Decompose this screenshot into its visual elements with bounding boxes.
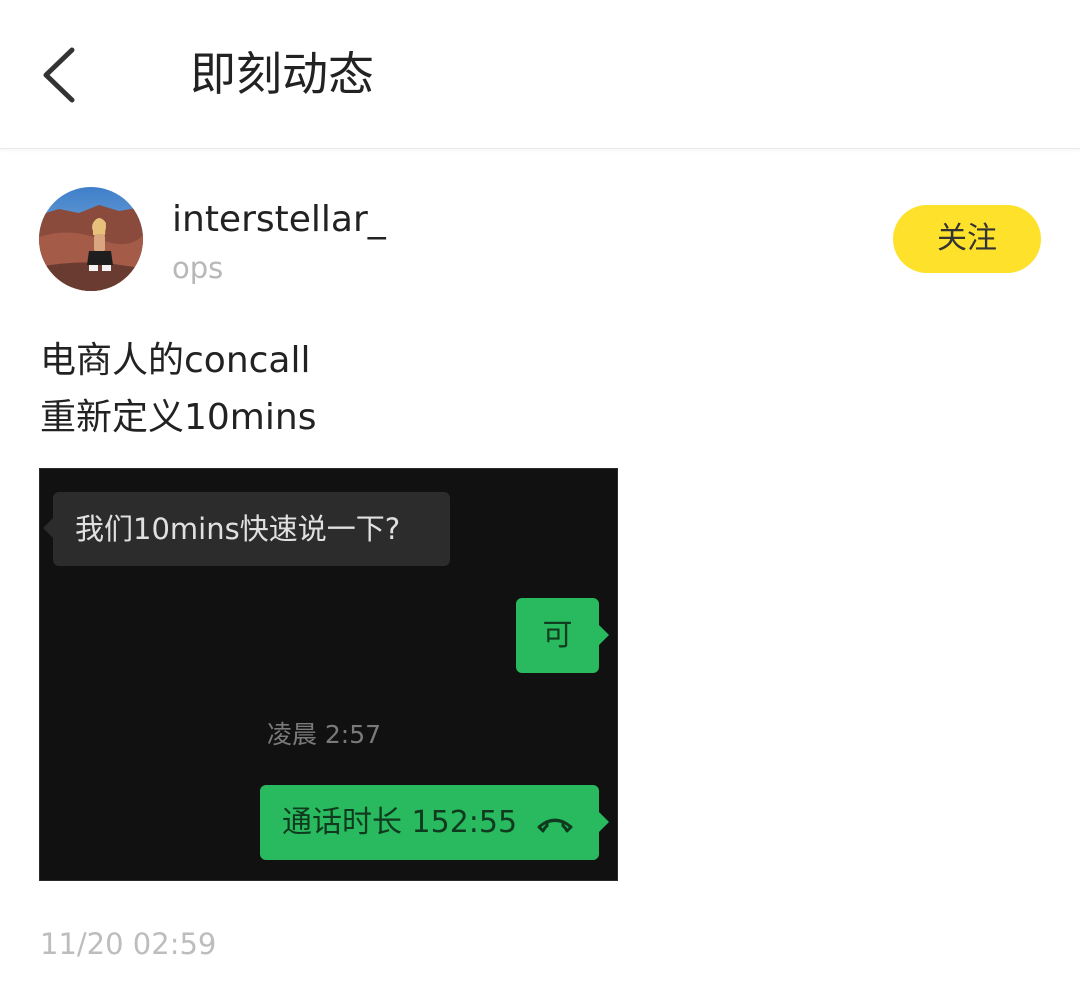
incoming-message-bubble: 我们10mins快速说一下? [43,492,450,566]
call-duration-bubble: 通话时长 152:55 [260,785,609,860]
back-button[interactable] [30,40,90,110]
avatar[interactable] [39,187,143,291]
phone-hangup-icon [537,818,573,833]
follow-button[interactable]: 关注 [893,205,1041,273]
top-bar: 即刻动态 [0,0,1080,149]
page-title: 即刻动态 [190,47,374,101]
avatar-photo [39,187,143,291]
call-duration-text: 通话时长 152:55 [282,805,518,840]
post-image[interactable]: 我们10mins快速说一下? 可 凌晨 2:57 通话时长 152:55 [39,468,618,881]
post-text-line-2: 重新定义10mins [40,397,317,438]
chevron-left-icon [43,47,75,103]
post-text-line-1: 电商人的concall [40,340,311,381]
outgoing-reply-bubble: 可 [516,598,609,673]
chat-time-divider: 凌晨 2:57 [266,720,382,749]
author-subtitle: ops [172,251,224,285]
author-username[interactable]: interstellar_ [172,198,386,242]
post-timestamp: 11/20 02:59 [40,927,217,961]
